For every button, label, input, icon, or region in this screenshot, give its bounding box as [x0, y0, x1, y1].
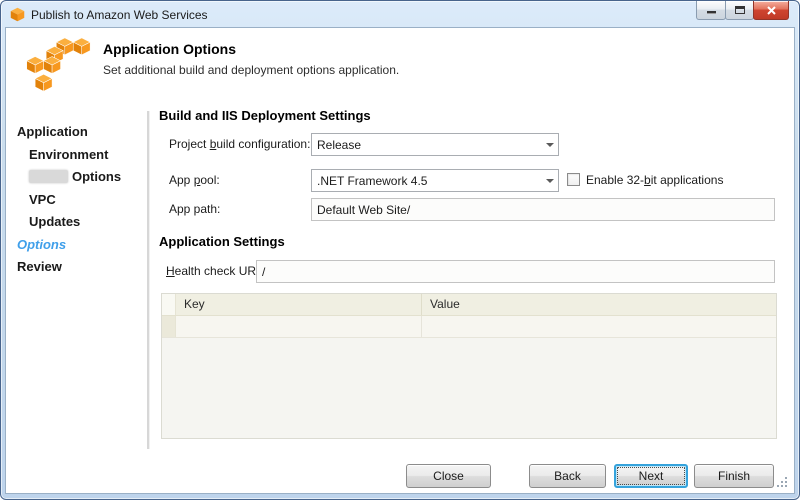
- app-pool-value: .NET Framework 4.5: [312, 174, 541, 188]
- resize-grip-icon[interactable]: [775, 475, 788, 488]
- window-title: Publish to Amazon Web Services: [31, 8, 208, 22]
- sidebar-item-redacted-options[interactable]: Options: [17, 166, 145, 189]
- next-button[interactable]: Next: [614, 464, 688, 488]
- row-selector[interactable]: [162, 316, 176, 337]
- table-row: [162, 316, 776, 338]
- app-pool-label: App pool:: [169, 173, 220, 187]
- sidebar-item-review[interactable]: Review: [17, 256, 145, 279]
- build-configuration-combobox[interactable]: Release: [311, 133, 559, 156]
- title-bar[interactable]: Publish to Amazon Web Services: [1, 1, 799, 28]
- close-icon: [766, 5, 777, 16]
- value-cell[interactable]: [422, 316, 776, 337]
- build-configuration-value: Release: [312, 138, 541, 152]
- sidebar-item-environment[interactable]: Environment: [17, 144, 145, 167]
- column-header-value[interactable]: Value: [422, 294, 776, 315]
- section-title-build: Build and IIS Deployment Settings: [159, 108, 371, 123]
- sidebar-item-vpc[interactable]: VPC: [17, 189, 145, 212]
- grid-header-row: Key Value: [162, 294, 776, 316]
- minimize-icon: [707, 11, 716, 14]
- chevron-down-icon[interactable]: [541, 179, 558, 183]
- enable-32bit-label[interactable]: Enable 32-bit applications: [586, 173, 723, 187]
- health-check-url-input[interactable]: [256, 260, 775, 283]
- sidebar-divider: [147, 111, 149, 449]
- close-window-button[interactable]: [753, 1, 789, 20]
- sidebar-item-application[interactable]: Application: [17, 121, 145, 144]
- dialog-content: Application Options Set additional build…: [5, 27, 795, 494]
- maximize-button[interactable]: [725, 1, 754, 20]
- wizard-step-list: Application Environment Options VPC Upda…: [17, 121, 145, 279]
- finish-button[interactable]: Finish: [694, 464, 774, 488]
- minimize-button[interactable]: [696, 1, 726, 20]
- maximize-icon: [735, 6, 745, 14]
- caption-button-group: [696, 1, 789, 20]
- app-settings-grid: Key Value: [161, 293, 777, 439]
- aws-cube-icon: [10, 7, 25, 22]
- back-button[interactable]: Back: [529, 464, 606, 488]
- app-pool-combobox[interactable]: .NET Framework 4.5: [311, 169, 559, 192]
- publish-dialog-window: Publish to Amazon Web Services: [0, 0, 800, 500]
- sidebar-item-options-current[interactable]: Options: [17, 234, 145, 257]
- sidebar-item-updates[interactable]: Updates: [17, 211, 145, 234]
- build-config-label: Project build configuration:: [169, 137, 310, 151]
- column-header-key[interactable]: Key: [176, 294, 422, 315]
- health-check-label: Health check URL:: [166, 264, 266, 278]
- page-subtitle: Set additional build and deployment opti…: [103, 63, 399, 77]
- page-title: Application Options: [103, 41, 236, 57]
- sidebar-item-label: Options: [72, 169, 121, 184]
- enable-32bit-checkbox[interactable]: [567, 173, 580, 186]
- row-selector-header: [162, 294, 176, 315]
- key-cell[interactable]: [176, 316, 422, 337]
- chevron-down-icon[interactable]: [541, 143, 558, 147]
- close-button[interactable]: Close: [406, 464, 491, 488]
- app-path-input[interactable]: [311, 198, 775, 221]
- redacted-text: [29, 170, 68, 183]
- app-path-label: App path:: [169, 202, 220, 216]
- section-title-application: Application Settings: [159, 234, 285, 249]
- aws-logo-icon: [25, 37, 91, 93]
